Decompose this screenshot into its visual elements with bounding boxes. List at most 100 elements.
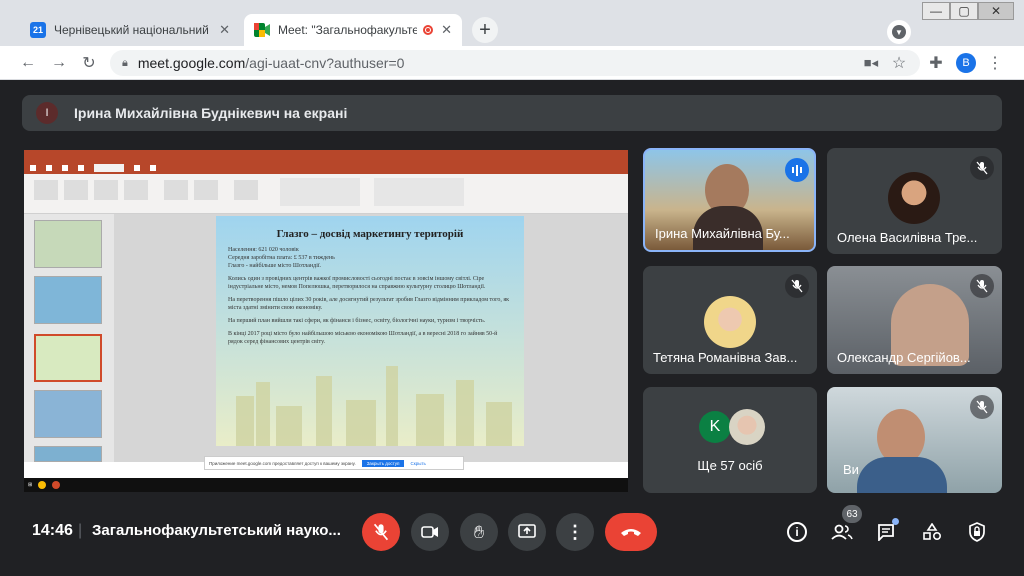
back-icon[interactable]: ←	[17, 52, 39, 74]
slide-thumbnail-selected[interactable]	[34, 334, 102, 382]
maximize-button[interactable]: ▢	[950, 2, 978, 20]
participant-name: Олена Василівна Тре...	[837, 230, 978, 245]
meet-icon	[254, 22, 270, 38]
mic-off-icon	[970, 395, 994, 419]
slide-paragraph: В кінці 2017 році місто було найбільшою …	[228, 331, 498, 345]
close-window-button[interactable]: ✕	[978, 2, 1014, 20]
participant-avatar	[704, 296, 756, 348]
forward-icon[interactable]: →	[48, 52, 70, 74]
meeting-details-button[interactable]: i	[781, 516, 813, 548]
tab-title: Чернівецький національний ун	[54, 23, 212, 37]
participant-name: Олександр Сергійов...	[837, 350, 971, 365]
shared-screen: Глазго – досвід маркетингу територій Нас…	[24, 150, 628, 492]
slide-thumbnail[interactable]	[34, 390, 102, 438]
camera-indicator-icon[interactable]: ■◂	[860, 52, 882, 74]
info-icon: i	[787, 522, 807, 542]
windows-taskbar: ⊞	[24, 478, 628, 492]
participant-avatar	[729, 409, 765, 445]
profile-avatar[interactable]: B	[956, 53, 976, 73]
more-options-button[interactable]: ⋮	[556, 513, 594, 551]
participant-name: Ірина Михайлівна Бу...	[655, 226, 790, 241]
participant-tile[interactable]: Ірина Михайлівна Бу...	[643, 148, 816, 252]
participant-tile[interactable]: Олександр Сергійов...	[827, 266, 1002, 374]
activities-button[interactable]	[916, 516, 948, 548]
tab-university[interactable]: 21 Чернівецький національний ун ✕	[20, 14, 240, 46]
divider: |	[78, 522, 83, 539]
camera-toggle-button[interactable]	[411, 513, 449, 551]
tab-meet[interactable]: Meet: "Загальнофакультетсь ✕	[244, 14, 462, 46]
leave-call-button[interactable]	[605, 513, 657, 551]
slide-paragraph: На перший план вийшли такі сфери, як фін…	[228, 318, 486, 324]
ppt-ribbon	[24, 174, 628, 214]
slide-paragraph: На перетворення пішло цілих 30 років, ал…	[228, 297, 510, 311]
chrome-icon	[38, 481, 47, 489]
participant-avatar: K	[699, 411, 731, 443]
notice-text: Приложение meet.google.com предоставляет…	[209, 460, 356, 466]
mic-toggle-button[interactable]	[362, 513, 400, 551]
hang-up-icon	[621, 529, 641, 536]
tab-title: Meet: "Загальнофакультетсь	[278, 23, 418, 37]
hide-notice-button[interactable]: Скрыть	[410, 461, 425, 466]
shield-lock-icon	[969, 522, 985, 542]
host-controls-button[interactable]	[961, 516, 993, 548]
slide-thumbnail[interactable]	[34, 220, 102, 268]
extensions-icon[interactable]: ✚	[925, 52, 947, 74]
presenter-banner-text: Ірина Михайлівна Буднікевич на екрані	[74, 105, 348, 121]
participant-tile[interactable]: Олена Василівна Тре...	[827, 148, 1002, 254]
mic-off-icon	[970, 156, 994, 180]
slide-fact: Населення: 621 020 чоловік	[228, 247, 299, 253]
present-icon	[518, 524, 536, 538]
present-screen-button[interactable]	[508, 513, 546, 551]
participant-avatar	[888, 172, 940, 224]
meeting-time: 14:46	[32, 522, 73, 539]
slide-title: Глазго – досвід маркетингу територій	[276, 228, 464, 240]
close-icon[interactable]: ✕	[219, 22, 230, 38]
presenter-avatar: І	[36, 102, 58, 124]
screen-share-notice: Приложение meet.google.com предоставляет…	[204, 456, 464, 470]
hand-icon: ✋︎	[473, 521, 485, 542]
slide-thumbnail[interactable]	[34, 446, 102, 462]
others-tile[interactable]: K Ще 57 осіб	[643, 387, 817, 493]
recording-icon	[423, 25, 434, 35]
slide-fact: Глазго - найбільше місто Шотландії.	[228, 263, 322, 269]
url-path: /agi-uaat-cnv?authuser=0	[245, 55, 405, 71]
slide-fact: Середня заробітна плата: £ 537 в тиждень	[228, 255, 335, 261]
self-video	[857, 457, 947, 493]
more-vert-icon: ⋮	[566, 521, 584, 542]
meeting-title: Загальнофакультетський науко...	[92, 522, 341, 539]
others-count: Ще 57 осіб	[697, 458, 763, 473]
activities-icon	[923, 523, 942, 541]
menu-dots-icon[interactable]: ⋮	[984, 52, 1006, 74]
participant-tile[interactable]: Тетяна Романівна Зав...	[643, 266, 817, 374]
tab-search-button[interactable]: ▼	[887, 20, 911, 44]
address-bar[interactable]: 🔒︎ meet.google.com/agi-uaat-cnv?authuser…	[110, 50, 920, 76]
mic-off-icon	[785, 274, 809, 298]
current-slide: Глазго – досвід маркетингу територій Нас…	[216, 216, 524, 446]
reload-icon[interactable]: ↻	[78, 52, 100, 74]
calendar-icon: 21	[30, 22, 46, 38]
ppt-titlebar	[24, 150, 628, 162]
new-tab-button[interactable]: +	[472, 17, 498, 43]
stop-sharing-button[interactable]: Закрыть доступ	[361, 459, 405, 467]
windows-icon: ⊞	[28, 482, 33, 488]
lock-icon: 🔒︎	[122, 56, 128, 69]
slide-paragraph: Колись один з провідних центрів важкої п…	[228, 276, 486, 290]
slide-facts: Населення: 621 020 чоловік Середня зароб…	[228, 246, 512, 270]
slide-thumbnail[interactable]	[34, 276, 102, 324]
participant-name: Тетяна Романівна Зав...	[653, 350, 798, 365]
presenter-banner: І Ірина Михайлівна Буднікевич на екрані	[22, 95, 1002, 131]
speaking-indicator-icon	[785, 158, 809, 182]
star-icon[interactable]: ☆	[888, 52, 910, 74]
minimize-button[interactable]: —	[922, 2, 950, 20]
close-icon[interactable]: ✕	[441, 22, 452, 38]
raise-hand-button[interactable]: ✋︎	[460, 513, 498, 551]
chat-unread-dot	[892, 518, 899, 525]
self-tile[interactable]: Ви	[827, 387, 1002, 493]
mic-off-icon	[970, 274, 994, 298]
people-icon	[831, 524, 853, 540]
ppt-menubar	[24, 162, 628, 174]
url-host: meet.google.com	[137, 55, 246, 71]
participants-count-badge: 63	[842, 505, 862, 523]
powerpoint-icon	[52, 481, 61, 489]
mic-off-icon	[373, 523, 389, 541]
